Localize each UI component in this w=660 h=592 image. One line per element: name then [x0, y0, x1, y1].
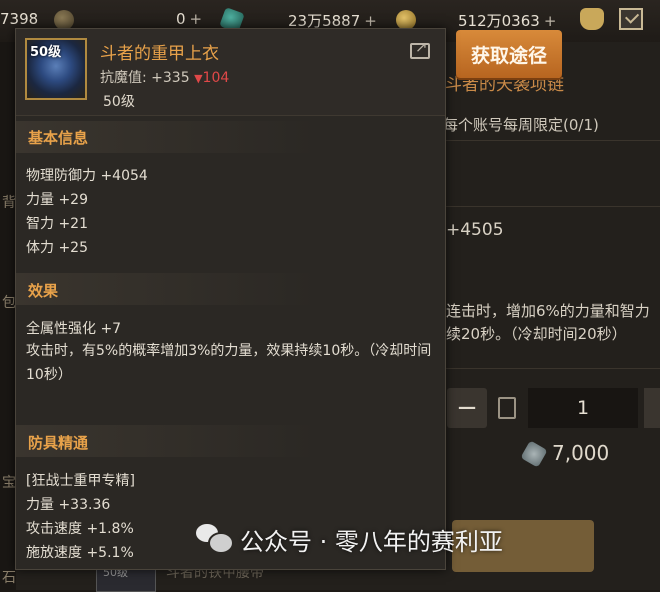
stat-line: 智力 +21: [26, 216, 88, 232]
calculator-icon[interactable]: [498, 397, 516, 419]
side-tabs: 背 包 宝 石: [0, 42, 16, 590]
mastery-line: [狂战士重甲专精]: [26, 473, 135, 489]
tooltip-header: 50级 斗者的重甲上衣 抗魔值: +335 ▼104 50级: [16, 29, 445, 116]
resist-label: 抗魔值:: [100, 70, 147, 86]
stat-line: 力量 +29: [26, 192, 88, 208]
stat-line: 物理防御力 +4054: [26, 168, 148, 184]
resource-value-2: 0 +: [176, 10, 203, 28]
quantity-increase-button[interactable]: [644, 388, 660, 428]
watermark-text: 公众号 · 零八年的赛利亚: [240, 528, 503, 556]
quantity-field[interactable]: 1: [528, 388, 638, 428]
section-title-mastery: 防具精通: [28, 434, 89, 452]
add-resource-button[interactable]: +: [190, 10, 203, 28]
item-name: 斗者的重甲上衣: [100, 44, 219, 64]
section-title-effect: 效果: [28, 282, 59, 300]
mail-icon[interactable]: [619, 8, 643, 30]
side-tab[interactable]: 包: [2, 292, 16, 312]
mastery-line: 力量 +33.36: [26, 497, 111, 513]
section-title-basic: 基本信息: [28, 129, 89, 147]
shop-item-desc: 连击时，增加6%的力量和智力: [446, 302, 650, 320]
shop-item-desc: 续20秒。（冷却时间20秒）: [446, 325, 627, 343]
resource-value-4: 512万0363 +: [458, 12, 557, 30]
down-arrow-icon: ▼: [194, 72, 203, 85]
side-tab[interactable]: 背: [2, 192, 16, 212]
mastery-line: 攻击速度 +1.8%: [26, 521, 134, 537]
divider: [444, 206, 660, 207]
add-resource-button[interactable]: +: [544, 12, 557, 30]
resist-down: 104: [202, 70, 230, 86]
price-value: 7,000: [552, 441, 610, 465]
mastery-line: 施放速度 +5.1%: [26, 545, 134, 561]
stat-line: 体力 +25: [26, 240, 88, 256]
purchase-limit: 每个账号每周限定(0/1): [443, 116, 599, 134]
magic-resist: 抗魔值: +335 ▼104: [100, 67, 229, 87]
currency-coin-icon: [54, 10, 74, 30]
side-tab[interactable]: 宝: [2, 472, 16, 492]
divider: [444, 140, 660, 141]
resource-value-1: 7398: [0, 10, 39, 28]
bag-icon[interactable]: [580, 8, 604, 30]
divider: [444, 368, 660, 369]
section-header-bg: [16, 273, 445, 305]
shop-item-stat: +4505: [446, 220, 504, 240]
share-icon[interactable]: [410, 38, 430, 59]
side-tab[interactable]: 石: [2, 567, 16, 587]
effect-line: 全属性强化 +7: [26, 321, 122, 337]
item-tooltip: 50级 斗者的重甲上衣 抗魔值: +335 ▼104 50级 基本信息 物理防御…: [15, 28, 446, 570]
obtain-method-button[interactable]: 获取途径: [456, 30, 562, 78]
item-level: 50级: [103, 94, 135, 110]
level-badge: 50级: [30, 45, 62, 60]
effect-line: 攻击时，有5%的概率增加3%的力量，效果持续10秒。（冷却时间10秒）: [26, 343, 432, 383]
resist-value: +335: [151, 70, 190, 86]
quantity-decrease-button[interactable]: −: [447, 388, 487, 428]
gold-coin-icon: [396, 10, 416, 30]
wechat-icon: [196, 522, 234, 554]
